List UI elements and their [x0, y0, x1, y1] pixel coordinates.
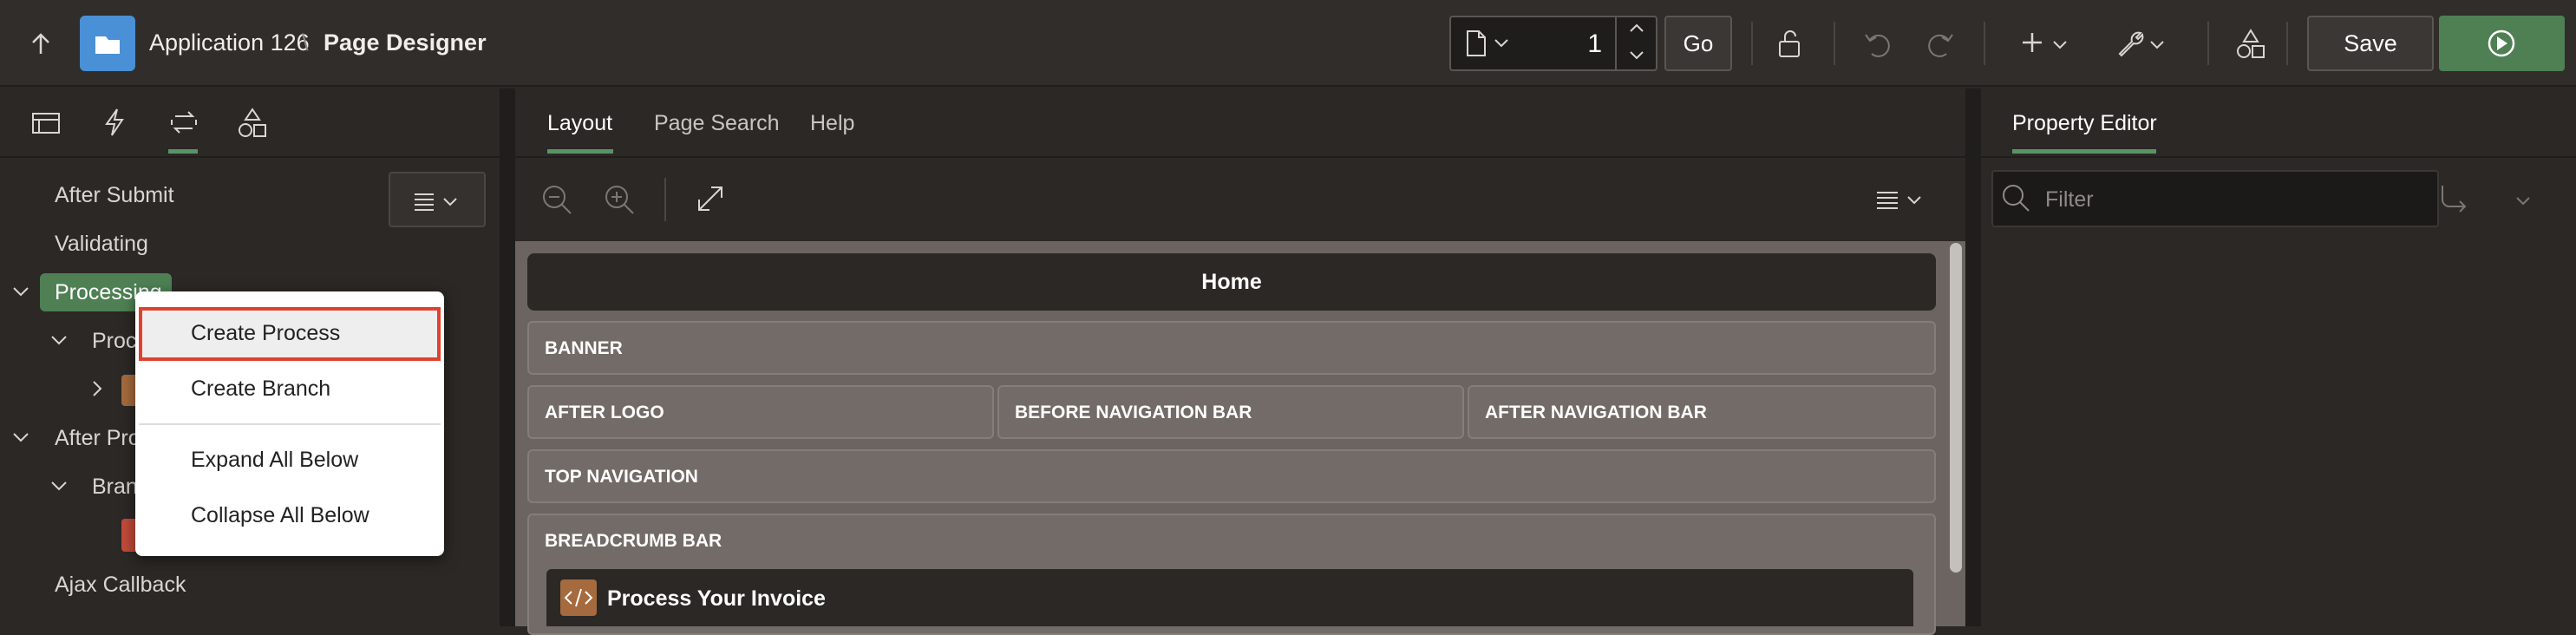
- play-icon: [2488, 29, 2515, 57]
- toolbar-divider: [1984, 22, 1985, 65]
- tree-node-validating[interactable]: Validating: [55, 232, 148, 257]
- menu-item-expand-all-below[interactable]: Expand All Below: [191, 448, 358, 473]
- region-banner[interactable]: BANNER: [527, 321, 1936, 375]
- active-tab-indicator: [168, 149, 198, 154]
- undo-icon[interactable]: [1863, 29, 1893, 59]
- chevron-up-icon[interactable]: [1629, 23, 1644, 33]
- pane-splitter[interactable]: [500, 88, 515, 626]
- list-icon[interactable]: [1875, 187, 1929, 213]
- breadcrumb-separator: \: [302, 29, 309, 56]
- pane-splitter[interactable]: [1965, 88, 1981, 626]
- region-label: BEFORE NAVIGATION BAR: [1015, 403, 1252, 422]
- toolbar-divider: [1834, 22, 1835, 65]
- page-number-input[interactable]: 1: [1540, 29, 1602, 59]
- chevron-down-icon[interactable]: [50, 335, 68, 347]
- process-title: Process Your Invoice: [607, 586, 826, 611]
- tree-node-after-submit[interactable]: After Submit: [55, 183, 174, 208]
- tab-page-search[interactable]: Page Search: [654, 111, 780, 136]
- chevron-down-icon[interactable]: [12, 432, 29, 444]
- tab-help[interactable]: Help: [810, 111, 854, 136]
- redo-icon[interactable]: [1925, 29, 1955, 59]
- app-name-link[interactable]: Application 126: [149, 29, 310, 56]
- tab-layout[interactable]: Layout: [547, 111, 612, 136]
- toolbar-divider: [2207, 22, 2209, 65]
- application-icon[interactable]: [80, 16, 135, 71]
- filter-placeholder: Filter: [2045, 187, 2094, 212]
- run-page-button[interactable]: [2439, 16, 2565, 71]
- region-label: AFTER LOGO: [545, 403, 664, 422]
- save-button[interactable]: Save: [2307, 16, 2434, 71]
- processing-tab-icon[interactable]: [168, 108, 199, 137]
- tab-property-editor[interactable]: Property Editor: [2012, 111, 2157, 136]
- chevron-down-icon[interactable]: [1494, 38, 1509, 49]
- active-tab-indicator: [547, 149, 613, 154]
- menu-item-create-process[interactable]: Create Process: [191, 321, 340, 346]
- property-editor-pane: [1981, 88, 2576, 626]
- chevron-down-icon[interactable]: [1629, 50, 1644, 61]
- wrench-icon[interactable]: [2115, 28, 2146, 59]
- chevron-down-icon[interactable]: [2515, 196, 2531, 206]
- region-after-navigation-bar[interactable]: AFTER NAVIGATION BAR: [1468, 385, 1936, 439]
- chevron-down-icon[interactable]: [2052, 40, 2068, 50]
- toolbar-divider: [1751, 22, 1753, 65]
- chevron-down-icon[interactable]: [12, 286, 29, 298]
- menu-item-collapse-all-below[interactable]: Collapse All Below: [191, 503, 369, 528]
- expand-icon[interactable]: [696, 184, 725, 213]
- lightning-icon[interactable]: [102, 108, 127, 137]
- page-home-header[interactable]: Home: [527, 253, 1936, 311]
- page-title: Page Designer: [324, 29, 487, 56]
- go-to-group-icon[interactable]: [2439, 182, 2470, 213]
- zoom-in-icon[interactable]: [604, 184, 637, 217]
- region-label: TOP NAVIGATION: [545, 467, 698, 487]
- tree-node-ajax-callback[interactable]: Ajax Callback: [55, 573, 186, 598]
- toolbar-divider: [2286, 22, 2288, 65]
- region-after-logo[interactable]: AFTER LOGO: [527, 385, 994, 439]
- tree-node-branches[interactable]: Bran: [92, 475, 138, 500]
- toolbar-divider: [664, 178, 666, 221]
- menu-divider: [139, 423, 441, 425]
- region-label: BREADCRUMB BAR: [545, 531, 722, 551]
- code-icon: [560, 579, 597, 616]
- zoom-out-icon[interactable]: [541, 184, 574, 217]
- region-label: AFTER NAVIGATION BAR: [1485, 403, 1707, 422]
- chevron-down-icon[interactable]: [2149, 40, 2165, 50]
- list-icon: [415, 193, 457, 211]
- menu-item-create-branch[interactable]: Create Branch: [191, 376, 330, 402]
- search-icon: [2000, 182, 2033, 215]
- tree-node-after-processing[interactable]: After Pro: [55, 426, 141, 451]
- plus-icon[interactable]: [2021, 31, 2043, 54]
- unlock-icon[interactable]: [1776, 28, 1808, 59]
- go-button[interactable]: Go: [1664, 16, 1732, 71]
- chevron-down-icon[interactable]: [50, 481, 68, 493]
- region-label: BANNER: [545, 338, 623, 358]
- region-top-navigation[interactable]: TOP NAVIGATION: [527, 449, 1936, 503]
- shared-components-icon[interactable]: [236, 108, 269, 139]
- tree-view-menu-button[interactable]: [389, 172, 486, 227]
- tree-node-processes[interactable]: Proc: [92, 329, 136, 354]
- active-tab-indicator: [2012, 149, 2156, 154]
- chevron-right-icon[interactable]: [92, 380, 104, 397]
- up-arrow-icon[interactable]: [29, 31, 52, 56]
- page-icon: [1464, 29, 1488, 57]
- region-before-navigation-bar[interactable]: BEFORE NAVIGATION BAR: [997, 385, 1464, 439]
- shapes-icon[interactable]: [2234, 28, 2267, 61]
- rendering-tab-icon[interactable]: [31, 111, 61, 135]
- canvas-scrollbar[interactable]: [1950, 243, 1962, 573]
